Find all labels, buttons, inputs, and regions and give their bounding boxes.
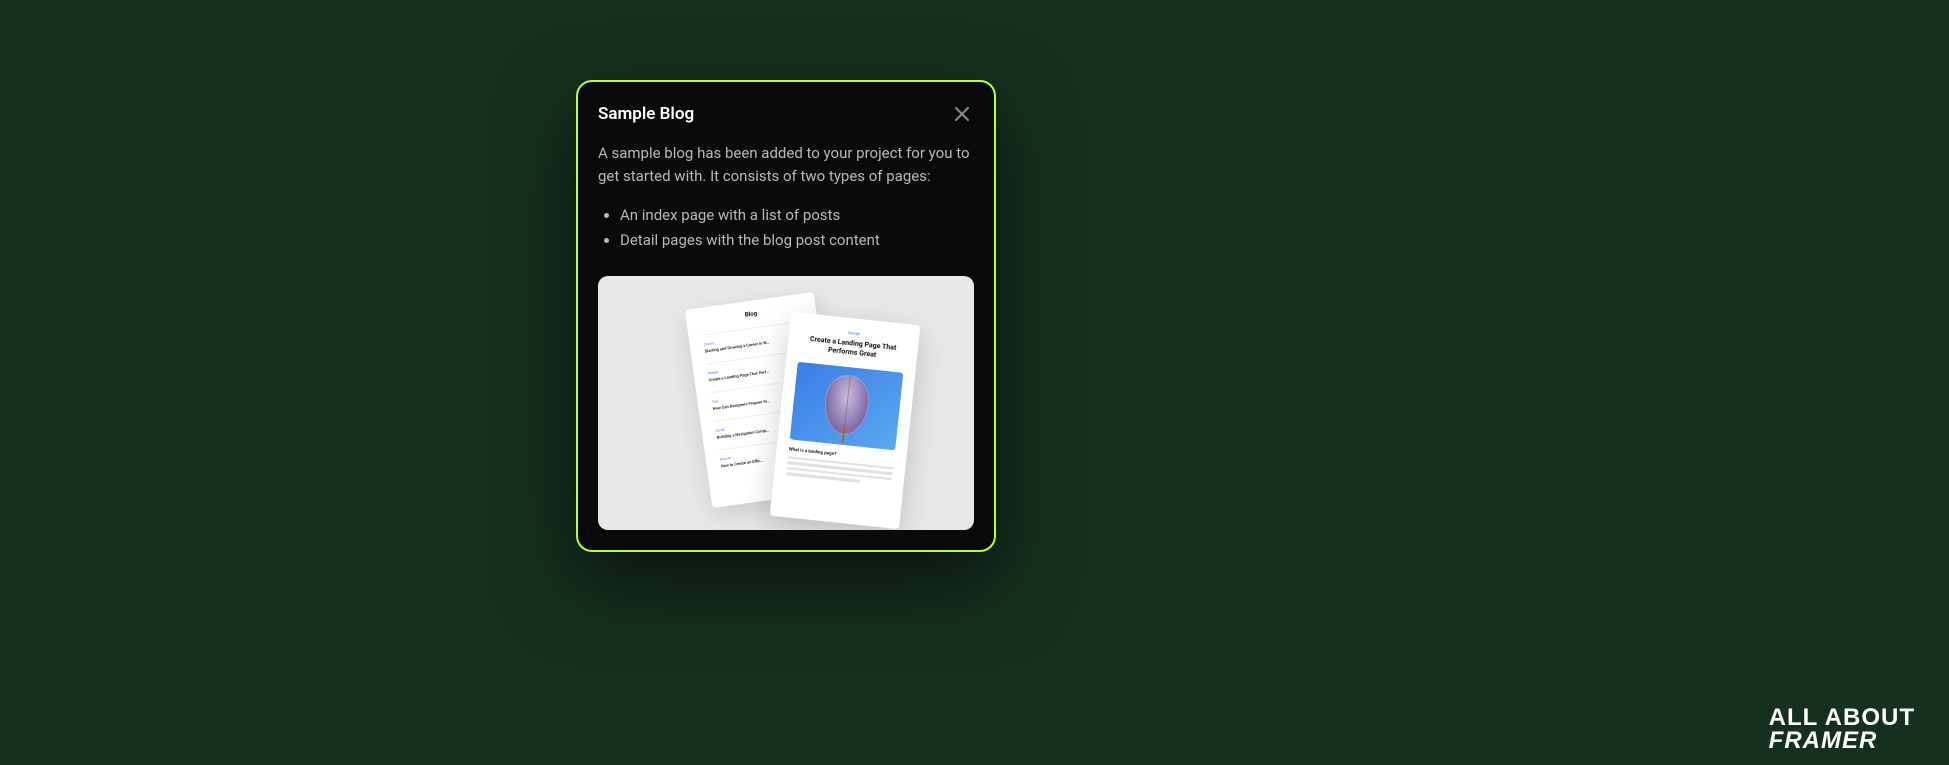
index-page-title: Blog	[700, 303, 802, 324]
close-icon	[955, 107, 969, 121]
preview-detail-page: Design Create a Landing Page That Perfor…	[770, 311, 921, 528]
preview-image: Blog Career Starting and Growing a Caree…	[598, 276, 974, 530]
modal-title: Sample Blog	[598, 104, 694, 124]
detail-hero-image	[790, 361, 904, 450]
sample-blog-modal: Sample Blog A sample blog has been added…	[576, 80, 996, 552]
modal-bullet-list: An index page with a list of posts Detai…	[598, 203, 974, 254]
modal-description: A sample blog has been added to your pro…	[598, 142, 974, 189]
list-item: Detail pages with the blog post content	[620, 228, 974, 254]
brand-badge: ALL ABOUT FRAMER	[1735, 691, 1949, 765]
leaf-icon	[822, 372, 872, 436]
close-button[interactable]	[950, 102, 974, 126]
modal-header: Sample Blog	[598, 102, 974, 126]
list-item: An index page with a list of posts	[620, 203, 974, 229]
brand-line-2: FRAMER	[1769, 730, 1915, 753]
